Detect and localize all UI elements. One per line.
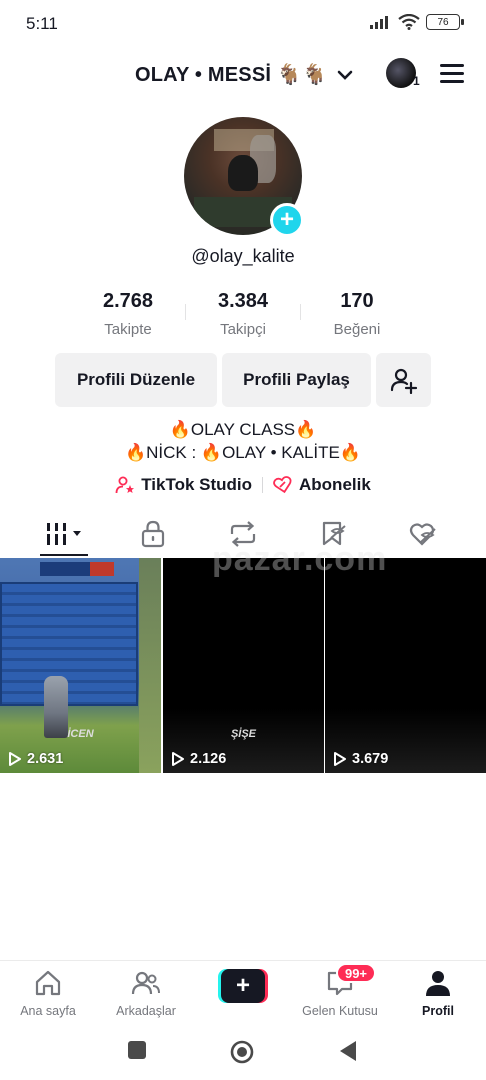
home-icon — [35, 970, 61, 996]
liked-heart-icon — [409, 523, 436, 546]
video-thumbnail[interactable]: 3.679 — [325, 558, 486, 773]
video-view-count: 2.631 — [8, 751, 63, 767]
stat-following[interactable]: 2.768 Takipte — [73, 290, 183, 338]
battery-indicator: 76 — [426, 14, 464, 30]
tiktok-studio-label: TikTok Studio — [141, 475, 253, 494]
video-view-count: 2.126 — [171, 751, 226, 767]
nav-home[interactable]: Ana sayfa — [0, 969, 96, 1018]
nav-profile[interactable]: Profil — [390, 969, 486, 1018]
video-caption: İCEN — [67, 728, 94, 740]
bottom-nav: Ana sayfa Arkadaşlar + Gelen Kutusu Prof… — [0, 960, 486, 1028]
tab-private[interactable] — [108, 512, 198, 556]
stat-value: 3.384 — [217, 290, 269, 312]
videos-grid-icon — [47, 523, 81, 545]
tiktok-studio-link[interactable]: TikTok Studio — [115, 475, 252, 495]
active-tab-indicator — [40, 554, 88, 556]
friends-icon — [131, 971, 160, 995]
menu-icon[interactable] — [440, 64, 464, 84]
account-name: OLAY • MESSİ 🐐🐐 — [135, 64, 328, 86]
profile-links: TikTok Studio Abonelik — [0, 473, 486, 497]
video-grid: İCEN 2.631 ŞİŞE 2.126 3.679 — [0, 558, 486, 773]
bio-line: 🔥NİCK : 🔥OLAY • KALİTE🔥 — [124, 443, 362, 462]
share-profile-button[interactable]: Profili Paylaş — [222, 353, 371, 407]
nav-home-label: Ana sayfa — [20, 1004, 76, 1018]
subscription-link[interactable]: Abonelik — [273, 475, 371, 495]
studio-person-star-icon — [115, 476, 135, 494]
edit-profile-button[interactable]: Profili Düzenle — [55, 353, 217, 407]
play-icon — [172, 752, 184, 766]
bio-line: 🔥OLAY CLASS🔥 — [169, 420, 317, 439]
inbox-badge: 99+ — [336, 963, 376, 983]
status-time: 5:11 — [26, 14, 58, 33]
nav-friends[interactable]: Arkadaşlar — [98, 969, 194, 1018]
stat-followers[interactable]: 3.384 Takipçi — [188, 290, 298, 338]
signal-icon — [370, 16, 388, 29]
profile-icon — [426, 971, 450, 996]
tab-videos[interactable] — [20, 512, 110, 556]
profile-header: OLAY • MESSİ 🐐🐐 1 — [0, 52, 486, 96]
stat-likes[interactable]: 170 Beğeni — [302, 290, 412, 338]
video-thumbnail[interactable]: İCEN 2.631 — [0, 558, 161, 773]
profile-bio: 🔥OLAY CLASS🔥 🔥NİCK : 🔥OLAY • KALİTE🔥 — [0, 418, 486, 464]
account-avatar-icon[interactable] — [386, 58, 416, 88]
play-icon — [9, 752, 21, 766]
add-friend-button[interactable] — [376, 353, 431, 407]
stat-value: 170 — [340, 290, 374, 312]
profile-actions: Profili Düzenle Profili Paylaş — [0, 353, 486, 407]
play-icon — [334, 752, 346, 766]
recents-square-icon[interactable] — [127, 1040, 147, 1060]
status-bar: 5:11 76 — [0, 0, 486, 48]
home-circle-icon[interactable] — [230, 1040, 254, 1064]
plus-icon: + — [221, 969, 265, 1003]
back-triangle-icon[interactable] — [338, 1040, 358, 1062]
add-story-plus-icon[interactable]: + — [270, 203, 304, 237]
stat-value: 2.768 — [102, 290, 154, 312]
chevron-down-icon — [337, 70, 353, 80]
stat-divider — [185, 304, 186, 320]
stat-divider — [300, 304, 301, 320]
video-caption: ŞİŞE — [230, 728, 257, 740]
nav-friends-label: Arkadaşlar — [116, 1004, 176, 1018]
tab-liked[interactable] — [378, 512, 468, 556]
account-count: 1 — [413, 74, 420, 88]
video-thumbnail[interactable]: ŞİŞE 2.126 — [163, 558, 324, 773]
link-divider — [262, 477, 264, 493]
nav-inbox-label: Gelen Kutusu — [302, 1004, 378, 1018]
status-icons: 76 — [370, 14, 464, 30]
nav-profile-label: Profil — [422, 1004, 454, 1018]
video-view-count: 3.679 — [333, 751, 388, 767]
wifi-icon — [398, 14, 420, 30]
create-button[interactable]: + — [218, 969, 268, 1003]
profile-avatar-container: + — [184, 117, 304, 237]
lock-icon — [141, 520, 165, 548]
add-user-icon — [390, 368, 417, 394]
stat-label: Takipte — [104, 321, 152, 338]
account-switcher[interactable]: OLAY • MESSİ 🐐🐐 — [135, 62, 353, 87]
watermark: pazar.com — [212, 540, 388, 578]
stat-label: Beğeni — [333, 321, 381, 338]
subscription-label: Abonelik — [299, 475, 371, 494]
username: @olay_kalite — [191, 246, 295, 266]
stat-label: Takipçi — [220, 321, 266, 338]
subscription-heart-icon — [273, 476, 292, 494]
system-nav-bar — [0, 1028, 486, 1080]
